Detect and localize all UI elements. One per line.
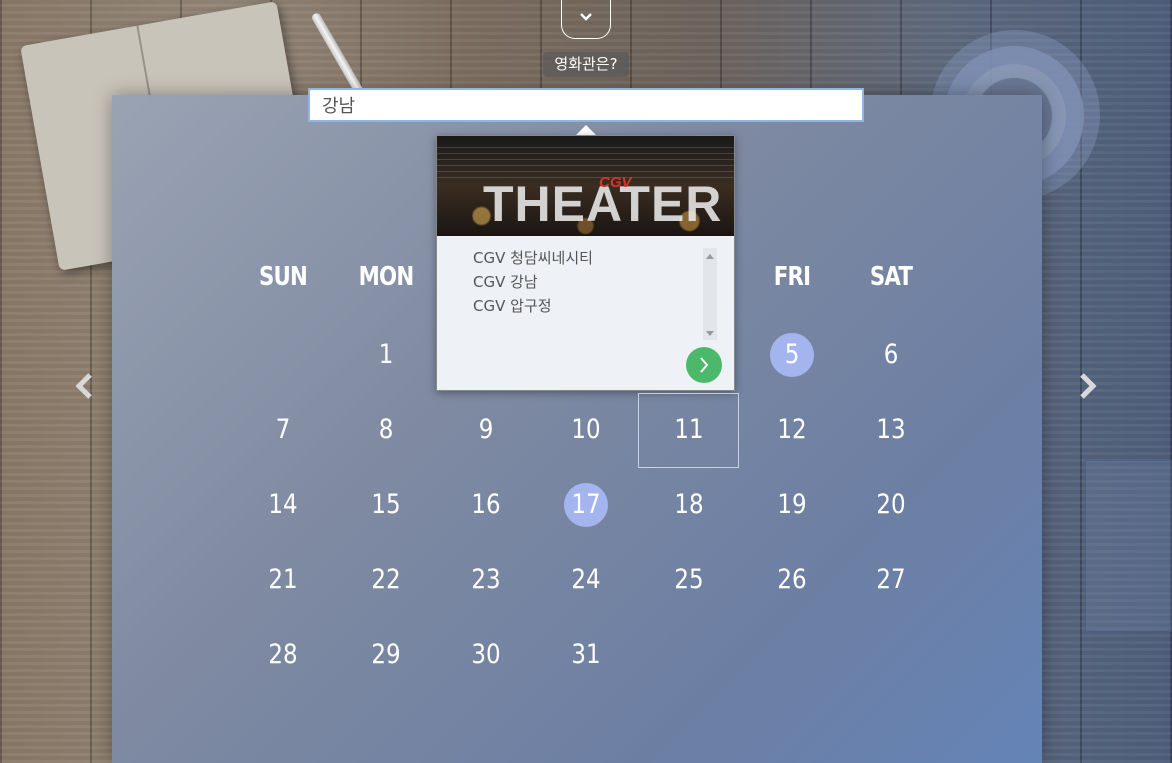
chevron-right-icon [1080,373,1097,399]
calendar-day[interactable]: 14 [241,483,326,527]
calendar-day[interactable]: 5 [750,333,835,377]
calendar-day[interactable]: 12 [750,408,835,452]
weekday-sun: SUN [258,262,308,292]
calendar-day[interactable]: 24 [544,558,629,602]
calendar-day[interactable]: 20 [849,483,934,527]
calendar-day[interactable]: 29 [344,633,429,677]
calendar-day[interactable]: 27 [849,558,934,602]
theater-question-label: 영화관은? [543,52,629,77]
calendar-day[interactable]: 22 [344,558,429,602]
weekday-fri: FRI [773,262,811,292]
calendar-day[interactable]: 30 [444,633,529,677]
calendar-day[interactable]: 1 [344,333,429,377]
cgv-logo: CGV [599,174,632,191]
calendar-day[interactable]: 7 [241,408,326,452]
calendar-day[interactable]: 25 [647,558,732,602]
weekday-sat: SAT [869,262,913,292]
calendar-day[interactable]: 17 [544,483,629,527]
chevron-left-icon [75,373,92,399]
calendar-day[interactable]: 19 [750,483,835,527]
theater-banner-image: THEATER CGV [437,136,734,236]
confirm-theater-button[interactable] [686,347,722,383]
next-month-button[interactable] [1076,372,1100,400]
calendar-day[interactable]: 16 [444,483,529,527]
chevron-right-icon [700,357,709,373]
theater-list-scrollbar[interactable] [703,248,717,340]
theater-search-input[interactable] [308,88,864,122]
frame-decoration [1085,460,1172,632]
marquee-lines [437,146,734,178]
theater-dropdown: THEATER CGV CGV 청담씨네시티 CGV 강남 CGV 압구정 [436,135,735,391]
calendar-day[interactable]: 6 [849,333,934,377]
prev-month-button[interactable] [72,372,96,400]
weekday-mon: MON [358,262,415,292]
theater-option[interactable]: CGV 강남 [447,270,717,294]
theater-option[interactable]: CGV 청담씨네시티 [447,246,717,270]
calendar-day[interactable]: 10 [544,408,629,452]
calendar-day[interactable]: 18 [647,483,732,527]
calendar-day[interactable]: 15 [344,483,429,527]
calendar-day[interactable]: 26 [750,558,835,602]
calendar-day[interactable]: 13 [849,408,934,452]
scroll-up-arrow-icon[interactable] [706,254,714,259]
theater-list: CGV 청담씨네시티 CGV 강남 CGV 압구정 [447,246,717,340]
chevron-down-icon [580,13,592,21]
calendar-day[interactable]: 31 [544,633,629,677]
dropdown-pointer [576,125,596,135]
scroll-down-arrow-icon[interactable] [706,331,714,336]
calendar-day[interactable]: 28 [241,633,326,677]
collapse-toggle-button[interactable] [561,0,611,39]
theater-option[interactable]: CGV 압구정 [447,294,717,318]
calendar-day-selected[interactable]: 11 [647,408,732,452]
calendar-day[interactable]: 9 [444,408,529,452]
calendar-day[interactable]: 23 [444,558,529,602]
calendar-day[interactable]: 8 [344,408,429,452]
calendar-day[interactable]: 21 [241,558,326,602]
